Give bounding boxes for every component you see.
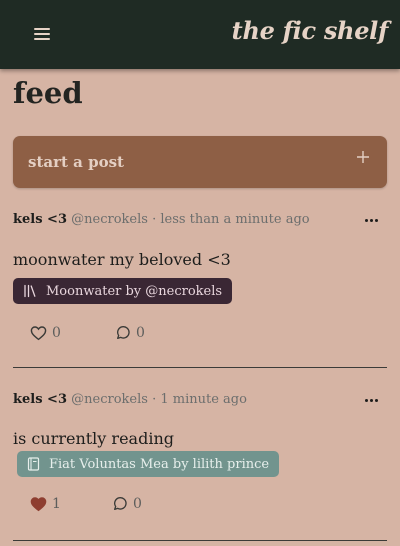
post-options-button[interactable] xyxy=(364,398,380,404)
like-button[interactable]: 1 xyxy=(30,496,61,512)
hamburger-icon-line xyxy=(34,38,50,40)
more-horizontal-icon xyxy=(365,399,368,402)
app-header: the fic shelf xyxy=(0,0,400,69)
post-body: is currently reading xyxy=(13,429,174,448)
more-dot xyxy=(375,399,378,402)
post-meta: kels <3 @necrokels · less than a minute … xyxy=(13,212,310,227)
app-brand[interactable]: the fic shelf xyxy=(232,16,389,45)
comment-button[interactable]: 0 xyxy=(112,496,142,512)
comment-count: 0 xyxy=(133,496,142,512)
post-handle[interactable]: @necrokels xyxy=(71,212,148,227)
post-divider xyxy=(13,367,387,368)
post-meta-separator: · xyxy=(152,212,157,227)
more-dot xyxy=(375,219,378,222)
comment-button[interactable]: 0 xyxy=(115,325,145,341)
post-timestamp: less than a minute ago xyxy=(160,212,310,227)
post-tag[interactable]: Moonwater by @necrokels xyxy=(13,278,233,304)
post-author[interactable]: kels <3 xyxy=(13,392,67,407)
start-post-button[interactable]: start a post xyxy=(13,136,387,188)
more-horizontal-icon xyxy=(365,219,368,222)
start-post-label: start a post xyxy=(28,153,124,171)
hamburger-icon-line xyxy=(34,33,50,35)
post-tag-label: Moonwater by @necrokels xyxy=(46,283,223,299)
page-title: feed xyxy=(13,76,83,110)
heart-icon xyxy=(30,326,47,341)
post-author[interactable]: kels <3 xyxy=(13,212,67,227)
like-count: 1 xyxy=(52,496,61,512)
more-dot xyxy=(370,399,373,402)
feed-post: kels <3 @necrokels · 1 minute ago is cur… xyxy=(0,392,400,546)
post-tag[interactable]: Fiat Voluntas Mea by lilith prince xyxy=(17,451,280,477)
post-divider xyxy=(13,540,387,541)
plus-icon xyxy=(357,151,369,163)
post-handle[interactable]: @necrokels xyxy=(71,392,148,407)
like-count: 0 xyxy=(52,325,61,341)
heart-icon xyxy=(30,497,47,512)
book-icon xyxy=(27,457,40,471)
library-icon xyxy=(24,284,36,298)
feed-post: kels <3 @necrokels · less than a minute … xyxy=(0,212,400,372)
like-button[interactable]: 0 xyxy=(30,325,61,341)
comment-icon xyxy=(117,326,130,339)
post-options-button[interactable] xyxy=(364,218,380,224)
menu-button[interactable] xyxy=(33,25,53,43)
post-tag-label: Fiat Voluntas Mea by lilith prince xyxy=(49,456,270,472)
comment-count: 0 xyxy=(136,325,145,341)
comment-icon xyxy=(114,497,127,510)
post-meta-separator: · xyxy=(152,392,157,407)
more-dot xyxy=(370,219,373,222)
post-timestamp: 1 minute ago xyxy=(160,392,247,407)
post-body: moonwater my beloved <3 xyxy=(13,250,231,269)
post-meta: kels <3 @necrokels · 1 minute ago xyxy=(13,392,247,407)
hamburger-icon xyxy=(34,28,50,30)
